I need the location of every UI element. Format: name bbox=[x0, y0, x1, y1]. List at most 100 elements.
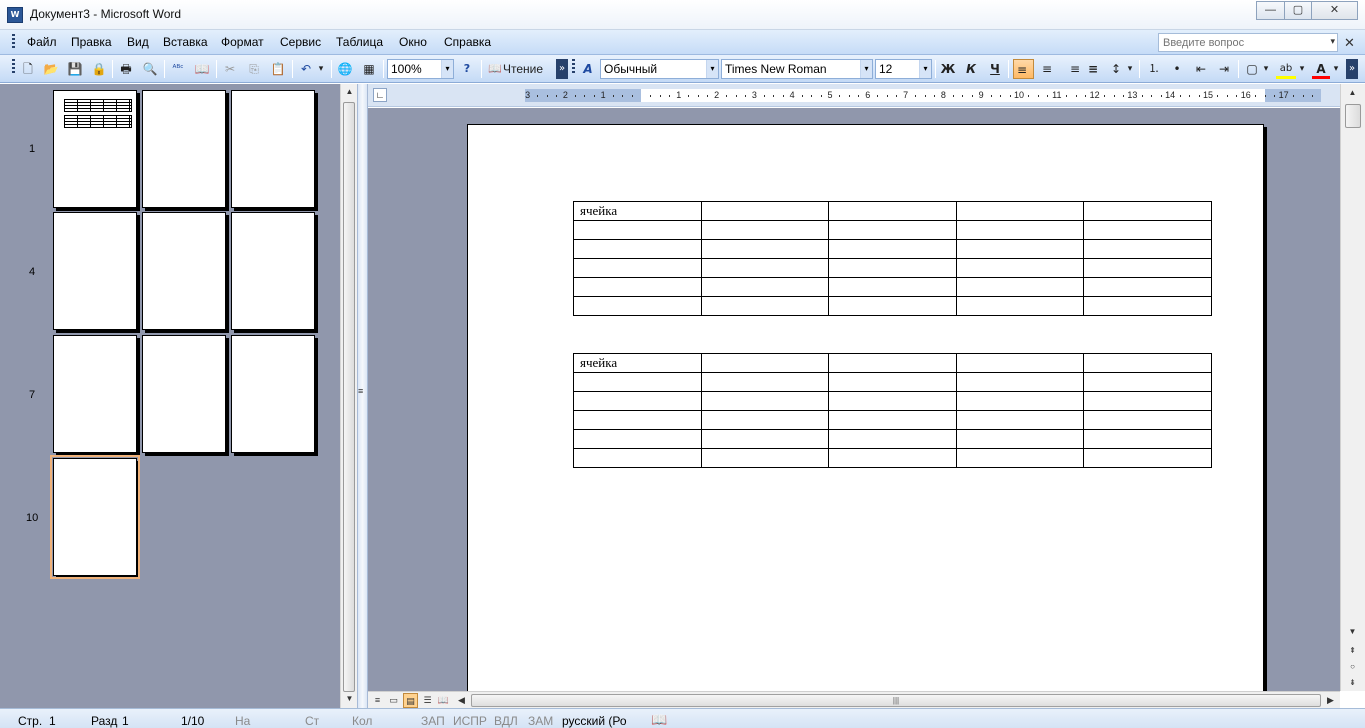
table-cell[interactable] bbox=[955, 410, 1085, 430]
font-combo[interactable]: Times New Roman ▾ bbox=[721, 59, 873, 79]
table-cell[interactable] bbox=[1083, 410, 1212, 430]
table-cell[interactable] bbox=[700, 258, 830, 278]
menu-tools[interactable]: Сервис bbox=[280, 35, 321, 49]
scroll-up-icon[interactable]: ▲ bbox=[1344, 86, 1361, 100]
table-cell[interactable] bbox=[573, 258, 702, 278]
table-cell[interactable] bbox=[1083, 448, 1212, 468]
table-cell[interactable] bbox=[700, 296, 830, 316]
justify-button[interactable]: ≡ bbox=[1083, 59, 1103, 79]
menu-edit[interactable]: Правка bbox=[71, 35, 112, 49]
table-cell[interactable] bbox=[828, 258, 957, 278]
table-cell[interactable] bbox=[955, 220, 1085, 240]
table-cell[interactable] bbox=[573, 239, 702, 259]
ask-question-input[interactable] bbox=[1159, 34, 1319, 51]
table-cell[interactable] bbox=[700, 239, 830, 259]
table-cell[interactable] bbox=[955, 296, 1085, 316]
decrease-indent-icon[interactable]: ⇤ bbox=[1192, 59, 1210, 79]
scroll-up-icon[interactable]: ▲ bbox=[341, 85, 358, 99]
menu-table[interactable]: Таблица bbox=[336, 35, 383, 49]
toolbar-overflow-icon[interactable]: » bbox=[556, 59, 568, 79]
table-cell[interactable] bbox=[828, 296, 957, 316]
pane-splitter[interactable]: ≡ bbox=[357, 84, 368, 708]
status-record-macro[interactable]: ЗАП bbox=[421, 714, 445, 728]
table-cell[interactable] bbox=[828, 201, 957, 221]
table-cell[interactable] bbox=[955, 201, 1085, 221]
permission-icon[interactable]: 🔒 bbox=[90, 59, 108, 79]
table-cell[interactable] bbox=[1083, 429, 1212, 449]
table-cell[interactable] bbox=[573, 410, 702, 430]
line-spacing-dropdown-icon[interactable]: ▾ bbox=[1125, 59, 1135, 79]
page-thumbnail[interactable] bbox=[142, 90, 226, 208]
table-cell[interactable] bbox=[828, 410, 957, 430]
italic-button[interactable]: К bbox=[962, 59, 980, 79]
tab-selector[interactable]: ∟ bbox=[373, 88, 387, 102]
table-cell[interactable] bbox=[1083, 239, 1212, 259]
hyperlink-icon[interactable]: 🌐 bbox=[336, 59, 354, 79]
table-cell[interactable] bbox=[828, 353, 957, 373]
align-center-button[interactable]: ≡ bbox=[1037, 59, 1057, 79]
font-size-combo[interactable]: 12 ▾ bbox=[875, 59, 932, 79]
web-layout-view-icon[interactable]: ▭ bbox=[386, 693, 401, 708]
page-thumbnail[interactable] bbox=[53, 90, 137, 208]
read-button[interactable]: Чтение bbox=[503, 59, 551, 79]
document-table[interactable]: ячейка bbox=[573, 353, 1212, 468]
highlight-dropdown-icon[interactable]: ▾ bbox=[1297, 59, 1307, 79]
table-cell[interactable] bbox=[700, 277, 830, 297]
scroll-down-icon[interactable]: ▼ bbox=[1344, 625, 1361, 639]
minimize-button[interactable]: — bbox=[1256, 1, 1285, 20]
undo-dropdown-icon[interactable]: ▾ bbox=[316, 59, 326, 79]
table-cell[interactable] bbox=[700, 201, 830, 221]
font-color-icon[interactable]: A bbox=[1312, 59, 1330, 79]
undo-icon[interactable]: ↶ bbox=[297, 59, 315, 79]
font-dropdown-icon[interactable]: ▾ bbox=[860, 60, 872, 78]
table-cell[interactable] bbox=[573, 277, 702, 297]
table-cell[interactable] bbox=[955, 239, 1085, 259]
menu-file[interactable]: Файл bbox=[27, 35, 57, 49]
font-color-dropdown-icon[interactable]: ▾ bbox=[1331, 59, 1341, 79]
page-thumbnail[interactable] bbox=[231, 335, 315, 453]
table-cell[interactable] bbox=[700, 429, 830, 449]
help-icon[interactable]: ? bbox=[458, 59, 476, 79]
menu-view[interactable]: Вид bbox=[127, 35, 149, 49]
menu-grip[interactable] bbox=[12, 34, 15, 50]
table-cell[interactable] bbox=[1083, 201, 1212, 221]
underline-button[interactable]: Ч bbox=[986, 59, 1004, 79]
table-cell[interactable] bbox=[1083, 258, 1212, 278]
table-cell[interactable] bbox=[700, 391, 830, 411]
spelling-icon[interactable]: ᴬᴮᶜ bbox=[169, 59, 187, 79]
ask-dropdown-icon[interactable]: ▾ bbox=[1330, 36, 1335, 47]
copy-icon[interactable]: ⎘ bbox=[245, 59, 263, 79]
cut-icon[interactable]: ✂ bbox=[221, 59, 239, 79]
document-scroll-thumb[interactable] bbox=[1345, 104, 1361, 128]
bullets-icon[interactable]: • bbox=[1168, 59, 1186, 79]
table-cell[interactable] bbox=[1083, 296, 1212, 316]
spelling-status-icon[interactable]: 📖 bbox=[651, 712, 667, 728]
table-cell[interactable] bbox=[573, 372, 702, 392]
borders-icon[interactable]: ▢ bbox=[1243, 59, 1261, 79]
document-table[interactable]: ячейка bbox=[573, 201, 1212, 316]
zoom-combo[interactable]: 100% ▾ bbox=[387, 59, 454, 79]
scroll-right-icon[interactable]: ▶ bbox=[1323, 693, 1338, 708]
thumbnail-scrollbar[interactable]: ▲ ▼ bbox=[340, 84, 357, 708]
research-icon[interactable]: 📖 bbox=[193, 59, 211, 79]
table-cell[interactable] bbox=[828, 220, 957, 240]
document-vertical-scrollbar[interactable]: ▲ ▼ ⇞ ○ ⇟ bbox=[1340, 84, 1365, 691]
next-page-icon[interactable]: ⇟ bbox=[1344, 676, 1361, 690]
style-combo[interactable]: Обычный ▾ bbox=[600, 59, 719, 79]
insert-table-icon[interactable]: ▦ bbox=[360, 59, 378, 79]
maximize-button[interactable]: ▢ bbox=[1284, 1, 1312, 20]
status-overtype[interactable]: ЗАМ bbox=[528, 714, 553, 728]
normal-view-icon[interactable]: ≡ bbox=[370, 693, 385, 708]
ruler-bar[interactable]: 3 2 1 1 2 3 4 5 6 7 8 9 10 11 12 13 14 15 16 17 bbox=[525, 89, 1321, 102]
menu-help[interactable]: Справка bbox=[444, 35, 491, 49]
highlight-icon[interactable]: ab bbox=[1276, 59, 1296, 79]
thumbnail-scroll-thumb[interactable] bbox=[343, 102, 355, 692]
table-cell[interactable] bbox=[1083, 277, 1212, 297]
select-browse-object-icon[interactable]: ○ bbox=[1344, 660, 1361, 674]
font-size-dropdown-icon[interactable]: ▾ bbox=[919, 60, 931, 78]
table-cell[interactable] bbox=[955, 391, 1085, 411]
outline-view-icon[interactable]: ☰ bbox=[420, 693, 435, 708]
horizontal-scroll-thumb[interactable]: ||| bbox=[471, 694, 1321, 707]
table-cell[interactable]: ячейка bbox=[573, 201, 702, 221]
paste-icon[interactable]: 📋 bbox=[269, 59, 287, 79]
